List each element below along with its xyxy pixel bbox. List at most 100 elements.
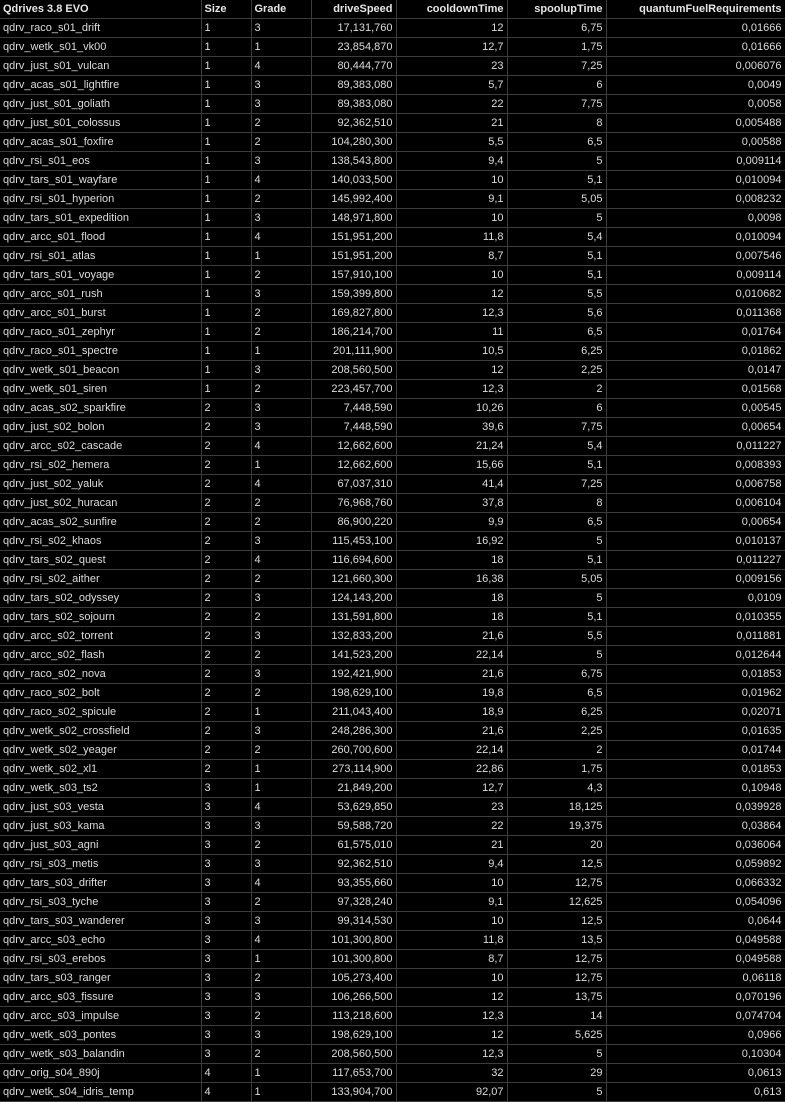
cell-cooldown-time[interactable]: 12 [396, 987, 508, 1007]
cell-grade[interactable]: 3 [251, 626, 312, 646]
cell-fuel-requirements[interactable]: 0,010355 [606, 607, 785, 627]
cell-name[interactable]: qdrv_arcc_s01_flood [0, 227, 202, 247]
cell-cooldown-time[interactable]: 11,8 [396, 930, 508, 950]
cell-fuel-requirements[interactable]: 0,0644 [606, 911, 785, 931]
cell-name[interactable]: qdrv_wetk_s01_beacon [0, 360, 202, 380]
cell-size[interactable]: 2 [201, 702, 252, 722]
cell-fuel-requirements[interactable]: 0,01764 [606, 322, 785, 342]
cell-cooldown-time[interactable]: 9,9 [396, 512, 508, 532]
cell-size[interactable]: 2 [201, 512, 252, 532]
cell-size[interactable]: 3 [201, 892, 252, 912]
cell-fuel-requirements[interactable]: 0,01568 [606, 379, 785, 399]
cell-spoolup-time[interactable]: 5,5 [507, 284, 607, 304]
cell-grade[interactable]: 2 [251, 607, 312, 627]
cell-grade[interactable]: 1 [251, 778, 312, 798]
cell-drive-speed[interactable]: 131,591,800 [311, 607, 397, 627]
header-cell-drive-speed[interactable]: driveSpeed [311, 0, 397, 19]
cell-fuel-requirements[interactable]: 0,0966 [606, 1025, 785, 1045]
cell-size[interactable]: 1 [201, 113, 252, 133]
cell-fuel-requirements[interactable]: 0,006104 [606, 493, 785, 513]
cell-grade[interactable]: 2 [251, 968, 312, 988]
cell-drive-speed[interactable]: 121,660,300 [311, 569, 397, 589]
cell-fuel-requirements[interactable]: 0,02071 [606, 702, 785, 722]
cell-grade[interactable]: 3 [251, 360, 312, 380]
cell-name[interactable]: qdrv_raco_s01_drift [0, 18, 202, 38]
cell-cooldown-time[interactable]: 10 [396, 911, 508, 931]
cell-drive-speed[interactable]: 148,971,800 [311, 208, 397, 228]
cell-spoolup-time[interactable]: 6,75 [507, 664, 607, 684]
cell-name[interactable]: qdrv_wetk_s02_xl1 [0, 759, 202, 779]
cell-drive-speed[interactable]: 93,355,660 [311, 873, 397, 893]
cell-spoolup-time[interactable]: 5 [507, 208, 607, 228]
cell-drive-speed[interactable]: 198,629,100 [311, 683, 397, 703]
cell-spoolup-time[interactable]: 5,1 [507, 246, 607, 266]
cell-fuel-requirements[interactable]: 0,0098 [606, 208, 785, 228]
cell-size[interactable]: 1 [201, 18, 252, 38]
cell-name[interactable]: qdrv_acas_s01_lightfire [0, 75, 202, 95]
cell-grade[interactable]: 2 [251, 322, 312, 342]
cell-fuel-requirements[interactable]: 0,010682 [606, 284, 785, 304]
cell-spoolup-time[interactable]: 8 [507, 493, 607, 513]
cell-drive-speed[interactable]: 248,286,300 [311, 721, 397, 741]
cell-grade[interactable]: 3 [251, 417, 312, 437]
cell-grade[interactable]: 4 [251, 930, 312, 950]
cell-drive-speed[interactable]: 89,383,080 [311, 94, 397, 114]
cell-spoolup-time[interactable]: 6,5 [507, 132, 607, 152]
cell-grade[interactable]: 4 [251, 873, 312, 893]
cell-size[interactable]: 2 [201, 531, 252, 551]
cell-drive-speed[interactable]: 115,453,100 [311, 531, 397, 551]
cell-drive-speed[interactable]: 7,448,590 [311, 398, 397, 418]
cell-cooldown-time[interactable]: 12 [396, 18, 508, 38]
cell-drive-speed[interactable]: 7,448,590 [311, 417, 397, 437]
cell-cooldown-time[interactable]: 21,6 [396, 721, 508, 741]
cell-fuel-requirements[interactable]: 0,01635 [606, 721, 785, 741]
cell-spoolup-time[interactable]: 1,75 [507, 759, 607, 779]
cell-size[interactable]: 2 [201, 626, 252, 646]
cell-fuel-requirements[interactable]: 0,01962 [606, 683, 785, 703]
cell-fuel-requirements[interactable]: 0,006076 [606, 56, 785, 76]
cell-name[interactable]: qdrv_wetk_s03_pontes [0, 1025, 202, 1045]
cell-spoolup-time[interactable]: 6,25 [507, 702, 607, 722]
cell-name[interactable]: qdrv_wetk_s02_crossfield [0, 721, 202, 741]
cell-cooldown-time[interactable]: 9,1 [396, 892, 508, 912]
header-cell-spoolup-time[interactable]: spoolupTime [507, 0, 607, 19]
cell-grade[interactable]: 2 [251, 683, 312, 703]
cell-size[interactable]: 1 [201, 170, 252, 190]
cell-size[interactable]: 2 [201, 493, 252, 513]
cell-fuel-requirements[interactable]: 0,009114 [606, 265, 785, 285]
cell-spoolup-time[interactable]: 5,6 [507, 303, 607, 323]
cell-fuel-requirements[interactable]: 0,00654 [606, 417, 785, 437]
cell-size[interactable]: 1 [201, 303, 252, 323]
cell-name[interactable]: qdrv_wetk_s02_yeager [0, 740, 202, 760]
cell-size[interactable]: 2 [201, 436, 252, 456]
cell-fuel-requirements[interactable]: 0,00545 [606, 398, 785, 418]
cell-grade[interactable]: 3 [251, 987, 312, 1007]
cell-drive-speed[interactable]: 223,457,700 [311, 379, 397, 399]
cell-grade[interactable]: 2 [251, 512, 312, 532]
cell-name[interactable]: qdrv_wetk_s01_vk00 [0, 37, 202, 57]
cell-fuel-requirements[interactable]: 0,010094 [606, 170, 785, 190]
cell-spoolup-time[interactable]: 4,3 [507, 778, 607, 798]
cell-spoolup-time[interactable]: 5,625 [507, 1025, 607, 1045]
cell-spoolup-time[interactable]: 7,75 [507, 417, 607, 437]
cell-spoolup-time[interactable]: 5,05 [507, 569, 607, 589]
cell-name[interactable]: qdrv_tars_s03_ranger [0, 968, 202, 988]
cell-size[interactable]: 2 [201, 759, 252, 779]
cell-drive-speed[interactable]: 159,399,800 [311, 284, 397, 304]
cell-drive-speed[interactable]: 201,111,900 [311, 341, 397, 361]
cell-drive-speed[interactable]: 80,444,770 [311, 56, 397, 76]
cell-drive-speed[interactable]: 117,653,700 [311, 1063, 397, 1083]
cell-fuel-requirements[interactable]: 0,005488 [606, 113, 785, 133]
cell-name[interactable]: qdrv_wetk_s03_ts2 [0, 778, 202, 798]
cell-spoolup-time[interactable]: 5 [507, 531, 607, 551]
cell-spoolup-time[interactable]: 6,75 [507, 18, 607, 38]
cell-name[interactable]: qdrv_just_s03_agni [0, 835, 202, 855]
cell-fuel-requirements[interactable]: 0,011227 [606, 550, 785, 570]
cell-name[interactable]: qdrv_raco_s01_spectre [0, 341, 202, 361]
cell-spoolup-time[interactable]: 6 [507, 75, 607, 95]
cell-size[interactable]: 1 [201, 189, 252, 209]
cell-name[interactable]: qdrv_rsi_s02_hemera [0, 455, 202, 475]
cell-drive-speed[interactable]: 208,560,500 [311, 1044, 397, 1064]
cell-size[interactable]: 3 [201, 797, 252, 817]
cell-drive-speed[interactable]: 151,951,200 [311, 227, 397, 247]
